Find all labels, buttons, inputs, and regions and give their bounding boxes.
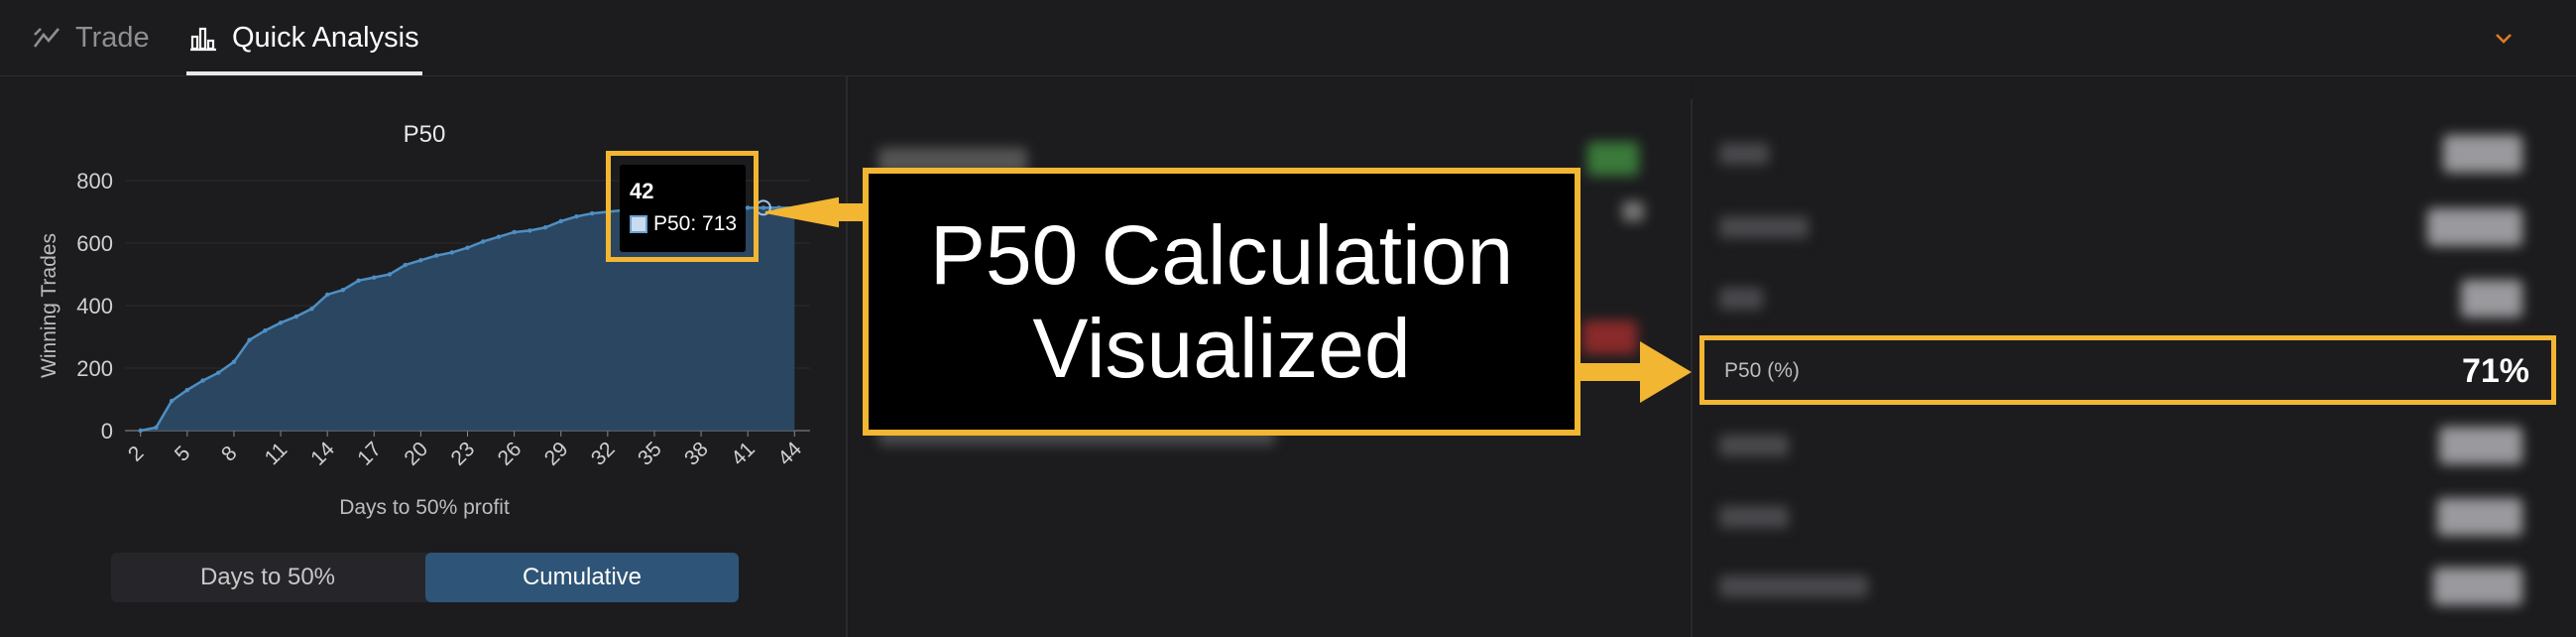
left-arrow-shaft: [823, 203, 865, 221]
right-arrow-icon: [1581, 341, 1692, 403]
annotation-arrows: [764, 196, 1692, 403]
